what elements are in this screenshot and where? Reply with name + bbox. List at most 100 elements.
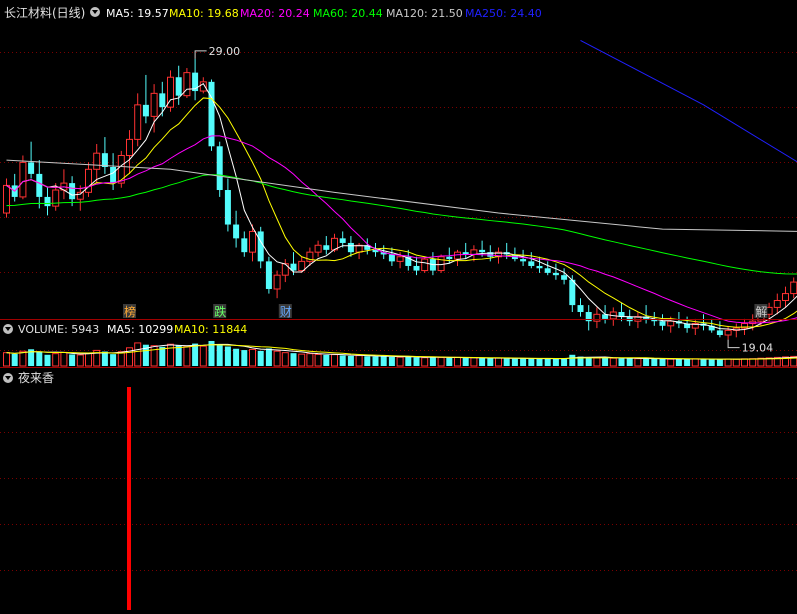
volume-bar-down <box>372 356 379 366</box>
volume-bar-down <box>561 358 568 366</box>
volume-bar-up <box>454 356 461 367</box>
candle-body-down <box>241 238 248 253</box>
ma120-line <box>6 159 797 232</box>
candle-body-down <box>659 321 666 326</box>
candle-body-down <box>561 275 568 280</box>
indicator-panel-header: 夜来香 <box>3 370 54 385</box>
volume-bar-down <box>528 358 535 366</box>
volume-bar-down <box>602 357 609 366</box>
main-panel-header: 长江材料(日线) MA5: 19.57 MA10: 19.68 MA20: 20… <box>4 6 542 20</box>
volume-bar-down <box>643 358 650 366</box>
volume-bar-up <box>331 354 338 367</box>
candle-body-up <box>454 251 461 260</box>
volume-bar-down <box>233 348 240 366</box>
volume-bar-down <box>11 353 18 366</box>
event-marker-label: 榜 <box>124 304 136 319</box>
candle-body-down <box>536 265 543 269</box>
volume-bar-up <box>741 358 748 367</box>
event-marker-label: 解 <box>755 305 767 319</box>
volume-bar-up <box>437 357 445 367</box>
volume-bar-up <box>355 355 363 367</box>
volume-bar-down <box>651 359 658 366</box>
candle-body-up <box>790 281 797 295</box>
volume-bar-up <box>76 354 84 367</box>
volume-bar-down <box>241 350 248 366</box>
volume-bar-up <box>150 345 158 367</box>
volume-bar-up <box>634 358 642 367</box>
candle-body-up <box>782 293 789 301</box>
candle-body-up <box>437 256 445 272</box>
volume-bar-down <box>569 354 576 366</box>
candle-body-up <box>281 263 289 276</box>
volume-bar-up <box>314 353 322 367</box>
volume-bar-down <box>323 354 330 366</box>
volume-bar-up <box>306 353 314 367</box>
candle-body-down <box>413 265 420 271</box>
candlestick-series <box>3 58 797 340</box>
candle-body-down <box>626 316 633 322</box>
volume-bar-up <box>19 350 27 367</box>
volume-bar-down <box>110 354 117 366</box>
volume-bar-down <box>716 359 723 366</box>
ma10-legend: MA10: 19.68 <box>169 7 239 20</box>
indicator-collapse-icon[interactable] <box>3 373 13 383</box>
moving-average-lines <box>6 39 797 331</box>
volume-bar-down <box>175 345 182 366</box>
volume-bar-down <box>479 358 486 366</box>
volume-bar-down <box>659 358 666 366</box>
candle-body-up <box>19 161 27 198</box>
volume-bar-down <box>511 358 518 366</box>
volume-bar-up <box>183 346 191 367</box>
candle-body-down <box>257 231 264 262</box>
candle-body-down <box>528 261 535 266</box>
volume-bar-up <box>298 353 306 367</box>
candle-body-up <box>76 191 84 200</box>
candle-body-down <box>544 268 551 273</box>
volume-bar-down <box>487 358 494 366</box>
volume-bar-up <box>3 352 10 367</box>
candle-body-down <box>520 259 527 262</box>
volume-bar-down <box>101 351 108 366</box>
candle-body-up <box>298 260 306 272</box>
candle-body-down <box>159 93 166 108</box>
candle-body-up <box>249 230 256 253</box>
volume-ma5-label: MA5: 10299 <box>107 323 173 336</box>
volume-bar-down <box>446 357 453 366</box>
volume-bar-down <box>347 355 354 366</box>
volume-bar-down <box>429 357 436 366</box>
volume-bar-down <box>675 359 682 366</box>
volume-bar-up <box>117 351 125 367</box>
candle-body-down <box>233 224 240 239</box>
candle-body-up <box>117 154 125 184</box>
volume-bar-up <box>60 351 68 367</box>
volume-bar-up <box>691 358 699 367</box>
volume-bar-down <box>265 348 272 366</box>
volume-bar-down <box>388 356 395 366</box>
volume-bar-up <box>52 353 60 367</box>
candle-body-down <box>69 183 76 200</box>
candle-body-down <box>175 77 182 96</box>
main-collapse-icon[interactable] <box>90 7 100 17</box>
volume-bar-up <box>724 358 732 367</box>
high-price-label: 29.00 <box>209 45 241 58</box>
candle-body-up <box>667 320 675 327</box>
volume-bar-up <box>273 350 281 367</box>
volume-bar-up <box>421 357 429 367</box>
candle-body-up <box>724 329 732 336</box>
candle-body-down <box>224 190 231 225</box>
volume-bar-up <box>609 357 617 367</box>
volume-bar-down <box>520 358 527 366</box>
volume-bar-down <box>339 355 346 366</box>
volume-bar-up <box>732 358 740 367</box>
event-marker-label: 跌 <box>214 304 226 319</box>
volume-collapse-icon[interactable] <box>3 324 13 334</box>
candle-body-down <box>44 196 51 207</box>
volume-bar-down <box>413 357 420 366</box>
candle-body-up <box>126 138 133 156</box>
volume-bar-down <box>585 357 592 366</box>
candle-body-down <box>101 153 108 167</box>
volume-bar-down <box>380 356 387 366</box>
volume-bar-down <box>44 354 51 366</box>
candle-body-down <box>142 104 149 117</box>
volume-bar-up <box>593 357 601 367</box>
